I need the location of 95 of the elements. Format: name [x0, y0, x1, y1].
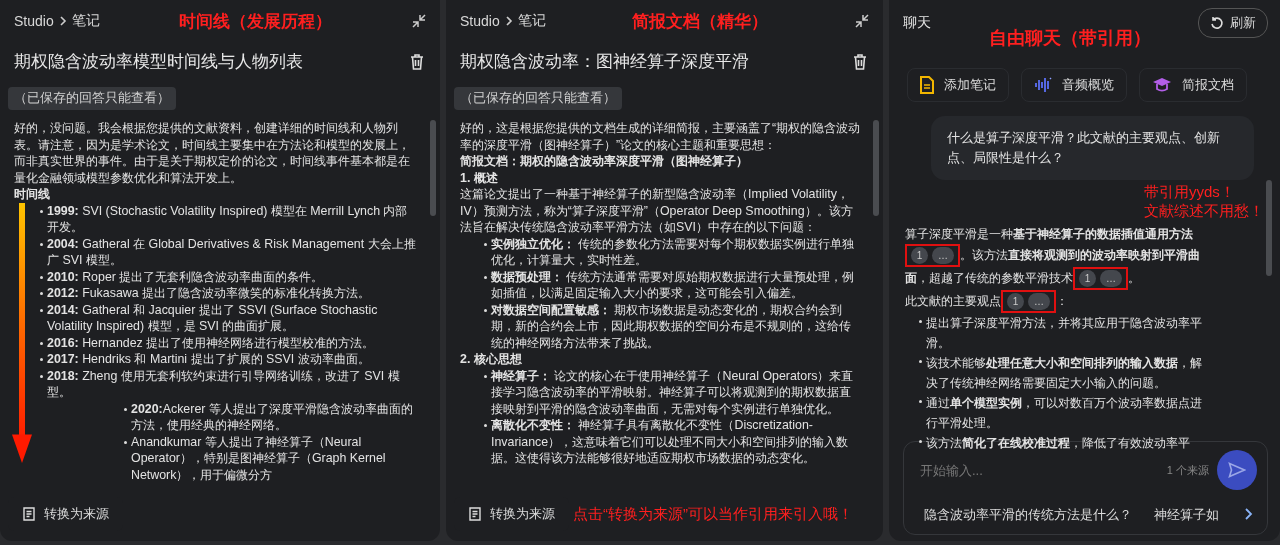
waveform-icon	[1034, 77, 1052, 93]
bullet-dot	[40, 209, 43, 213]
scrollbar-thumb[interactable]	[1266, 180, 1272, 276]
graduation-cap-icon	[1152, 77, 1172, 93]
send-icon	[1228, 462, 1246, 478]
breadcrumb-link[interactable]: Studio	[14, 13, 54, 29]
bullet-dot	[124, 440, 127, 444]
bullet-dot	[919, 400, 922, 403]
answer-paragraph: 此文献的主要观点 1 … ：	[905, 290, 1205, 313]
panel-title: 聊天	[903, 14, 931, 32]
send-button[interactable]	[1217, 450, 1257, 490]
user-message: 什么是算子深度平滑？此文献的主要观点、创新点、局限性是什么？	[931, 116, 1254, 180]
refresh-button[interactable]: 刷新	[1198, 8, 1268, 38]
list-item-text: 1999: SVI (Stochastic Volatility Inspired) 模型在 Merrill Lynch 内部开发。	[47, 202, 409, 236]
list-item-text: 数据预处理： 传统方法通常需要对原始期权数据进行大量预处理，例如插值，以满足固定输入大小的要求，这可能会引入偏差。	[491, 268, 856, 302]
citation-button[interactable]: 1	[1079, 270, 1096, 287]
bullet-dot	[484, 424, 487, 427]
list-item-text: 该技术能够处理任意大小和空间排列的输入数据，解决了传统神经网络需要固定大小输入的问题。	[926, 355, 1203, 392]
list-item-text: 2020:Ackerer 等人提出了深度平滑隐含波动率曲面的方法，使用经典的神经网络。	[131, 400, 414, 434]
paragraph: 这篇论文提出了一种基于神经算子的新型隐含波动率（Implied Volatility，IV）预测方法，称为“算子深度平滑”（Operator Deep Smoothing）。该方法旨在解决传统隐含波动率平滑方法（如SVI）中存在的以下问题：	[460, 186, 854, 236]
section-heading: 2. 核心思想	[460, 351, 523, 368]
bullet-dot	[919, 360, 922, 363]
list-item-text: 通过单个模型实例，可以对数百万个波动率数据点进行平滑处理。	[926, 395, 1203, 432]
annotation-note: 文献综述不用愁！	[1144, 201, 1264, 220]
bullet-dot	[919, 320, 922, 323]
scrollbar-thumb[interactable]	[430, 120, 436, 216]
bullet-dot	[40, 275, 43, 279]
bullet-dot	[40, 341, 43, 345]
citation-more-button[interactable]: …	[1100, 270, 1122, 287]
chevron-right-icon	[503, 16, 514, 26]
bullet-dot	[484, 242, 487, 246]
citation-more-button[interactable]: …	[1028, 293, 1050, 310]
annotation-title: 简报文档（精华）	[632, 10, 769, 33]
bullet-dot	[484, 308, 487, 312]
document-icon	[22, 507, 36, 521]
document-icon	[468, 507, 482, 521]
read-only-badge: （已保存的回答只能查看）	[454, 87, 622, 110]
note-icon	[920, 76, 934, 94]
action-chip[interactable]: 音频概览	[1021, 68, 1127, 102]
bullet-dot	[40, 358, 43, 361]
refresh-icon	[1210, 16, 1224, 30]
list-item-text: 2014: Gatheral 和 Jacquier 提出了 SSVI (Surface Stochastic Volatility Inspired) 模型，是 SVI 的曲面扩展。	[47, 301, 379, 335]
note-title: 期权隐含波动率：图神经算子深度平滑	[460, 51, 749, 73]
citation-more-button[interactable]: …	[932, 247, 954, 264]
breadcrumb-current: 笔记	[71, 12, 100, 30]
annotation-title: 时间线（发展历程）	[179, 10, 333, 33]
list-item-text: 2012: Fukasawa 提出了隐含波动率微笑的标准化转换方法。	[47, 285, 372, 302]
read-only-badge: （已保存的回答只能查看）	[8, 87, 176, 110]
bullet-dot	[919, 440, 922, 443]
annotation-title: 自由聊天（带引用）	[988, 27, 1151, 50]
bullet-dot	[40, 308, 43, 312]
chevron-right-icon	[1243, 507, 1253, 520]
answer-paragraph: 算子深度平滑是一种基于神经算子的数据插值通用方法 1 … 。该方法直接将观测到的波动率映射到平滑曲面，超越了传统的参数平滑技术 1 … 。	[905, 224, 1205, 290]
list-item-text: 提出算子深度平滑方法，并将其应用于隐含波动率平滑。	[926, 315, 1203, 352]
list-item-text: 2018: Zheng 使用无套利软约束进行引导网络训练，改进了 SVI 模型。	[47, 367, 401, 401]
collapse-icon[interactable]	[855, 14, 869, 28]
bullet-dot	[484, 275, 487, 279]
annotation-note: 带引用yyds！	[1144, 182, 1236, 201]
breadcrumb-current: 笔记	[517, 12, 546, 30]
list-item-text: 2017: Hendriks 和 Martini 提出了扩展的 SSVI 波动率曲面。	[47, 351, 371, 368]
action-chip[interactable]: 简报文档	[1139, 68, 1247, 102]
list-item-text: Anandkumar 等人提出了神经算子（Neural Operator），特别是图神经算子（Graph Kernel Network），用于偏微分方	[131, 433, 387, 483]
scrollbar-thumb[interactable]	[873, 120, 879, 216]
list-item-text: 2004: Gatheral 在 Global Derivatives & Risk Management 大会上推广 SVI 模型。	[47, 235, 417, 269]
suggestion-chip[interactable]: 神经算子如	[1148, 502, 1225, 528]
citation-button[interactable]: 1	[911, 247, 928, 264]
bullet-dot	[40, 292, 43, 295]
annotation-note: 点击“转换为来源”可以当作引用来引入哦！	[573, 504, 853, 524]
section-heading: 1. 概述	[460, 169, 499, 186]
bullet-dot	[484, 374, 487, 378]
section-heading: 简报文档：期权的隐含波动率深度平滑（图神经算子）	[460, 153, 749, 170]
section-heading: 时间线	[14, 186, 51, 203]
note-title: 期权隐含波动率模型时间线与人物列表	[14, 51, 303, 73]
trash-icon[interactable]	[410, 53, 424, 70]
chevron-right-icon	[57, 16, 68, 26]
source-count: 1 个来源	[1166, 462, 1209, 478]
paragraph: 好的，没问题。我会根据您提供的文献资料，创建详细的时间线和人物列表。请注意，因为是学术论文，时间线主要集中在方法论和模型的发展上，而非真实世界的事件。由于是关于期权定价的论文，时间线事件基本都是在量化金融领域模型参数优化和算法开发上。	[14, 120, 411, 186]
bullet-dot	[40, 242, 43, 246]
chat-input-field[interactable]: 开始输入...	[918, 461, 1159, 479]
list-item-text: 对数据空间配置敏感： 期权市场数据是动态变化的，期权合约会到期，新的合约会上市，因此期权数据的空间分布是不规则的，这给传统的神经网络方法带来了挑战。	[491, 301, 852, 351]
bullet-dot	[40, 374, 43, 378]
collapse-icon[interactable]	[412, 14, 426, 28]
breadcrumb-link[interactable]: Studio	[460, 13, 500, 29]
action-chip[interactable]: 添加笔记	[907, 68, 1009, 102]
citation-button[interactable]: 1	[1007, 293, 1024, 310]
list-item-text: 2016: Hernandez 提出了使用神经网络进行模型校准的方法。	[47, 334, 376, 351]
suggestion-chip[interactable]: 隐含波动率平滑的传统方法是什么？	[918, 502, 1138, 528]
list-item-text: 神经算子： 论文的核心在于使用神经算子（Neural Operators）来直接学习隐含波动率的平滑映射。神经算子可以将观测到的期权数据直接映射到平滑的隐含波动率曲面，无需对每个实例进行单独优化。	[491, 367, 855, 417]
trash-icon[interactable]	[853, 53, 867, 70]
list-item-text: 离散化不变性： 神经算子具有离散化不变性（Discretization-Invariance），这意味着它们可以处理不同大小和空间排列的输入数据。这使得该方法能够很好地适应期权市场数据的动态变化。	[491, 417, 850, 467]
paragraph: 好的，这是根据您提供的文档生成的详细简报，主要涵盖了“期权的隐含波动率的深度平滑（图神经算子）”论文的核心主题和重要思想：	[460, 120, 861, 153]
list-item-text: 该方法简化了在线校准过程，降低了有效波动率平	[926, 435, 1191, 452]
list-item-text: 2010: Roper 提出了无套利隐含波动率曲面的条件。	[47, 268, 325, 285]
list-item-text: 实例独立优化： 传统的参数化方法需要对每个期权数据实例进行单独优化，计算量大，实时性差。	[491, 235, 856, 269]
bullet-dot	[124, 407, 127, 411]
